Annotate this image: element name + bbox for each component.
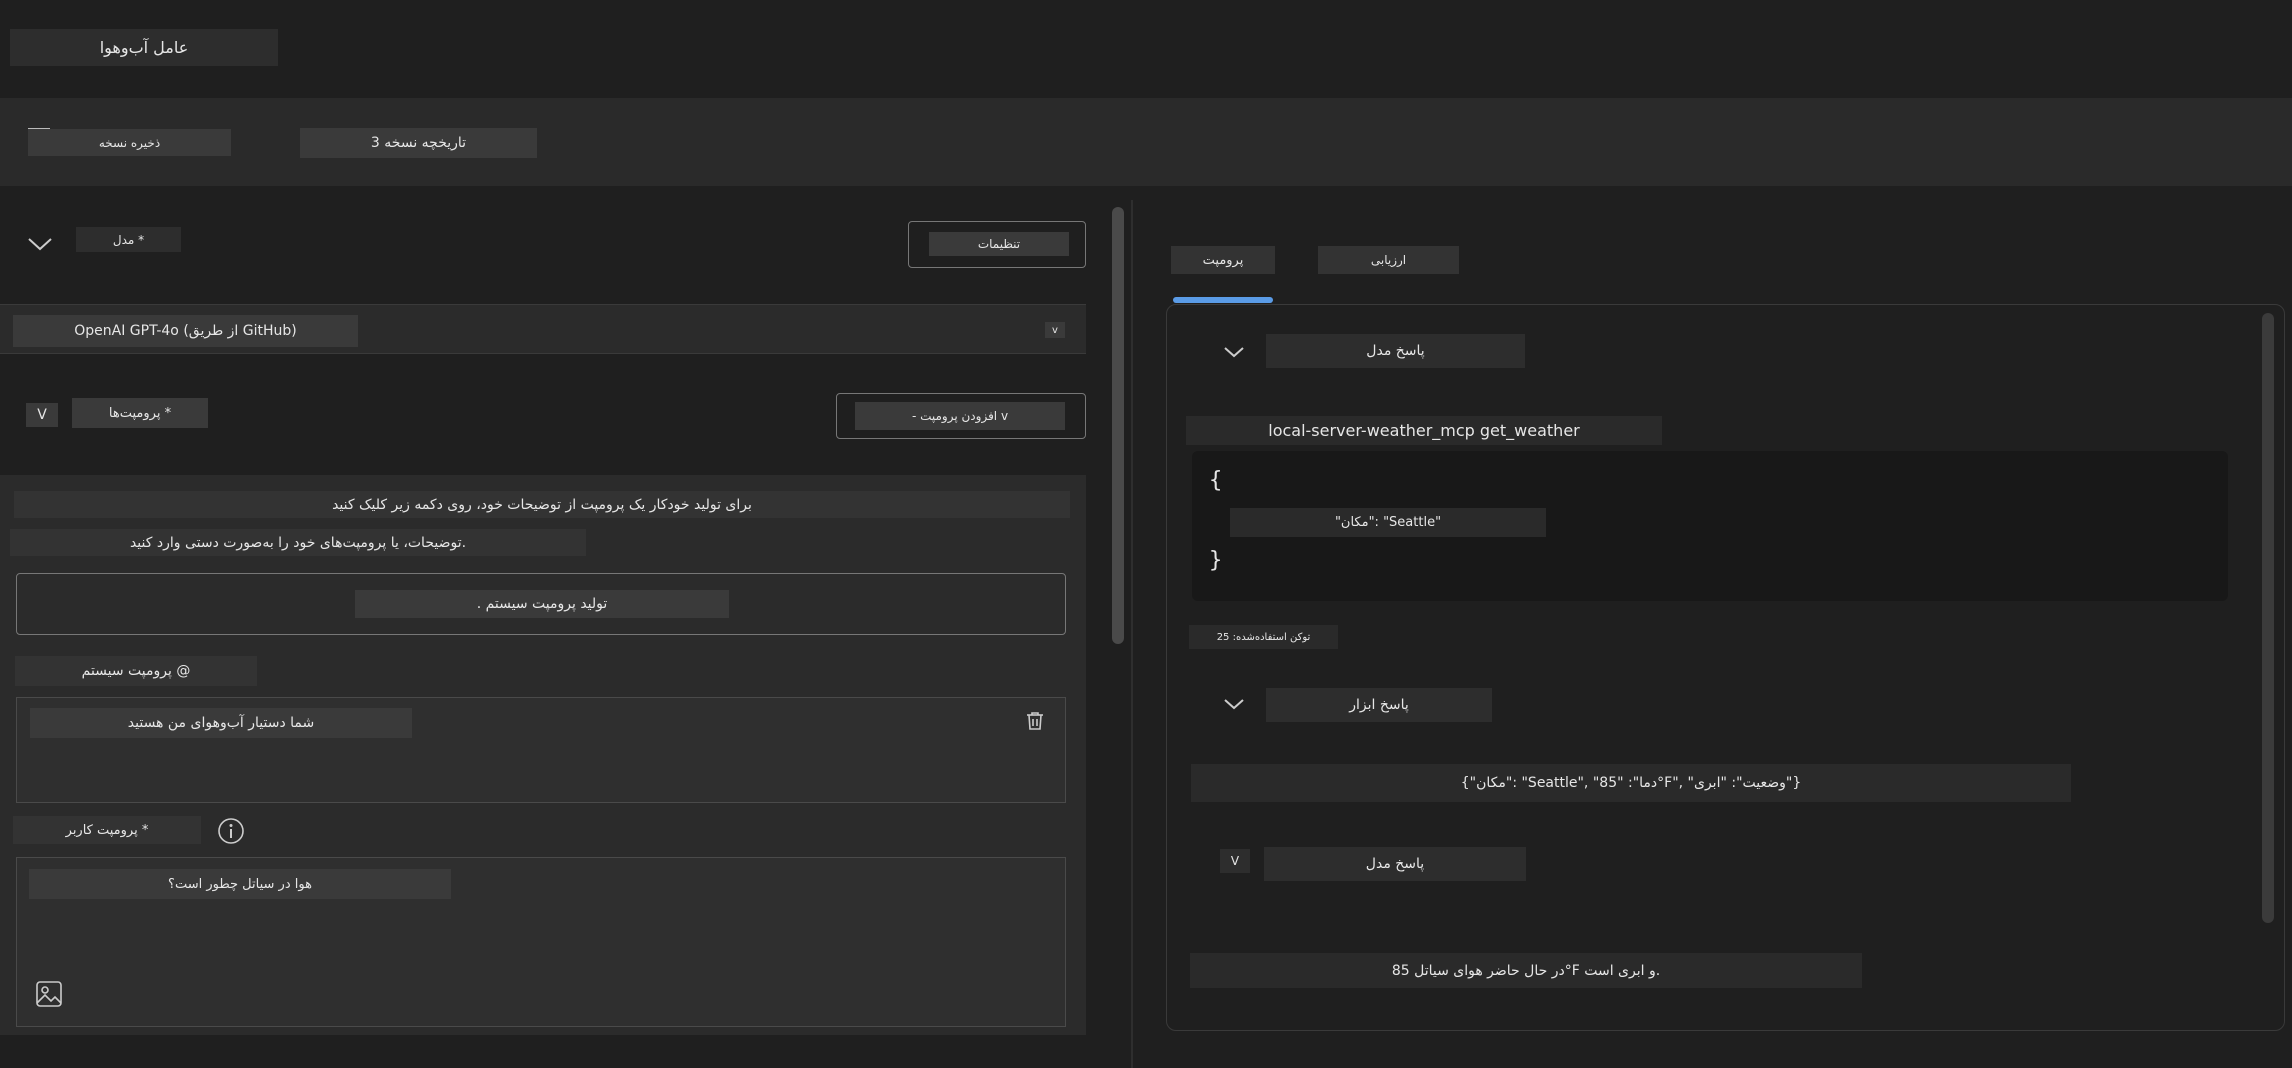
active-tab-indicator [1173,297,1273,303]
settings-button[interactable]: تنظیمات [908,221,1086,268]
response-panel [1166,304,2285,1031]
model-response-1-label: پاسخ مدل [1266,334,1525,368]
generate-label: . تولید پرومپت سیستم [355,590,729,618]
add-prompt-label: - افزودن پرومپت v [855,402,1065,430]
save-version-button[interactable]: ذخیره نسخه [28,129,231,156]
instruction-line-1: برای تولید خودکار یک پرومپت از توضیحات خ… [14,491,1070,518]
left-scrollbar-thumb[interactable] [1112,207,1124,644]
trash-icon [1027,712,1043,730]
image-icon [36,981,62,1007]
code-arg-line: "مکان": "Seattle" [1230,508,1546,537]
tokens-used: توکن استفاده‌شده: 25 [1189,625,1338,649]
tool-call-name: local-server-weather_mcp get_weather [1186,416,1662,445]
tool-response-toggle[interactable] [1222,696,1246,712]
code-close-brace: } [1209,548,1223,573]
tool-response-value: {"مکان": "Seattle", "دما": "85°F", "وضعی… [1191,764,2071,802]
model-label: مدل * [76,227,181,252]
model-toggle[interactable] [26,234,54,254]
system-prompt-value: شما دستیار آب‌وهوای من هستید [30,708,412,738]
title-bar [0,0,2292,66]
attach-image-button[interactable] [34,979,64,1009]
model-response-2-label: پاسخ مدل [1264,847,1526,881]
add-prompt-button[interactable]: - افزودن پرومپت v [836,393,1086,439]
model-select-value: OpenAI GPT-4o (از طریق GitHub) [13,315,358,347]
code-open-brace: { [1209,468,1223,493]
info-icon [218,818,244,844]
user-prompt-label: پرومپت کاربر * [13,816,201,844]
generate-system-prompt-button[interactable]: . تولید پرومپت سیستم [16,573,1066,635]
page-title: عامل آب‌وهوا [10,29,278,66]
tab-prompt[interactable]: پرومپت [1171,246,1275,274]
instruction-line-2: توضیحات، یا پرومپت‌های خود را به‌صورت دس… [10,529,586,556]
prompts-label: پرومپت‌ها * [72,398,208,428]
user-prompt-value: هوا در سیاتل چطور است؟ [29,869,451,899]
delete-system-prompt-button[interactable] [1024,710,1046,732]
prompts-toggle[interactable]: V [26,403,58,427]
version-history-button[interactable]: 3 تاریخچه نسخه [300,128,537,158]
model-dropdown-chevron[interactable]: v [1045,322,1065,338]
right-scrollbar-thumb[interactable] [2262,313,2274,923]
tab-evaluation[interactable]: ارزیابی [1318,246,1459,274]
panel-divider[interactable] [1131,200,1133,1068]
system-prompt-label: پرومپت سیستم @ [15,656,257,686]
chevron-down-icon [28,238,52,251]
user-prompt-info-button[interactable] [216,816,246,846]
chevron-down-icon [1224,699,1244,710]
settings-label: تنظیمات [929,232,1069,256]
chevron-down-icon [1224,347,1244,358]
final-answer: در حال حاضر هوای سیاتل 85°F و ابری است. [1190,953,1862,988]
model-response-2-toggle[interactable]: V [1220,849,1250,873]
model-response-1-toggle[interactable] [1222,344,1246,360]
tool-response-label: پاسخ ابزار [1266,688,1492,722]
